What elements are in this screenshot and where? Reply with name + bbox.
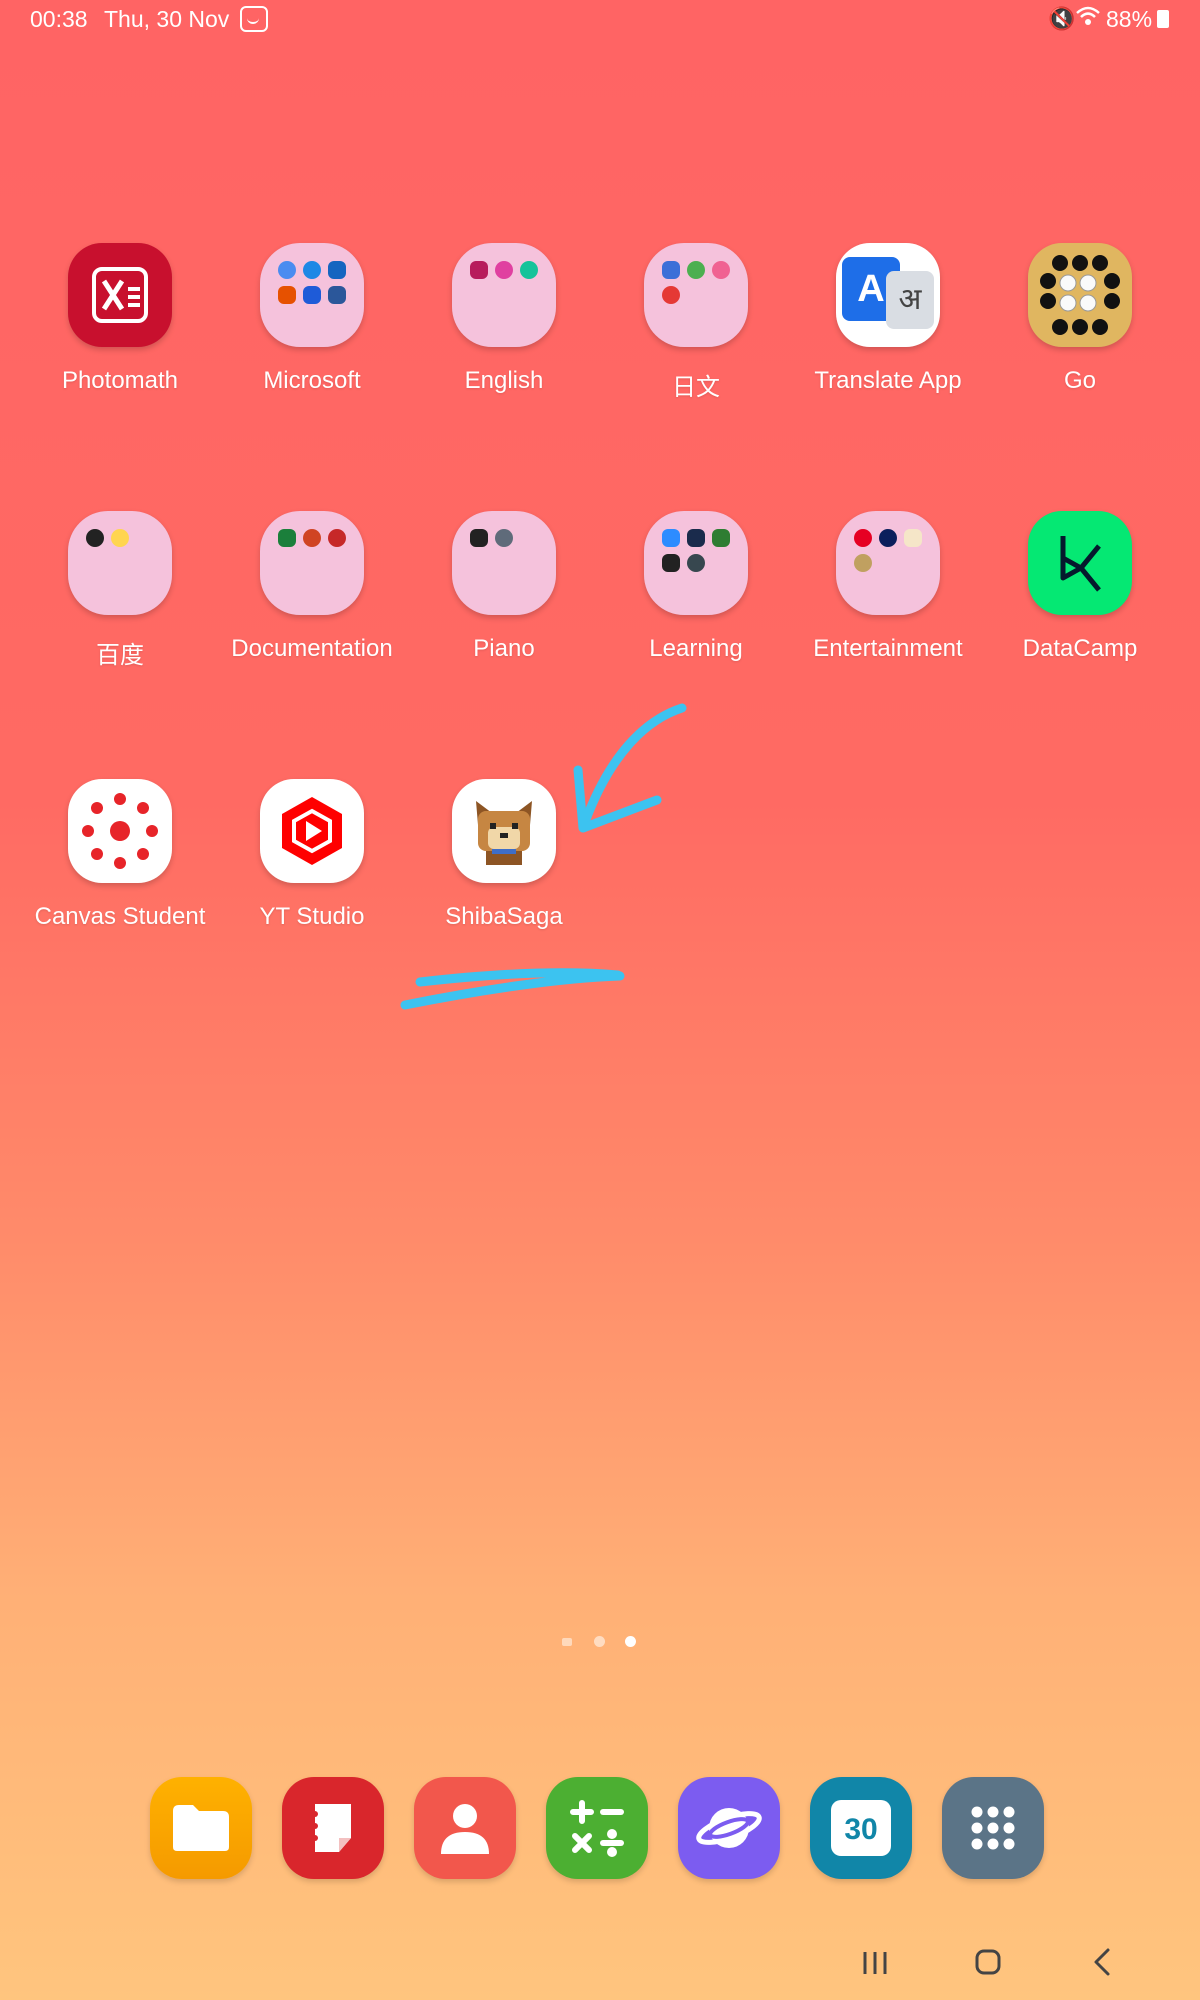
page-dot-home[interactable] <box>562 1638 572 1646</box>
home-button[interactable] <box>973 1942 1003 1982</box>
app-drawer-icon[interactable] <box>942 1777 1044 1879</box>
notes-icon[interactable] <box>282 1777 384 1879</box>
annotation-underline <box>400 968 625 1010</box>
contacts-icon[interactable] <box>414 1777 516 1879</box>
annotation-overlay <box>400 703 687 1010</box>
calendar-day: 30 <box>831 1800 891 1856</box>
recent-apps-button[interactable] <box>862 1942 888 1982</box>
my-files-icon[interactable] <box>150 1777 252 1879</box>
calculator-icon[interactable] <box>546 1777 648 1879</box>
page-dot-current[interactable] <box>625 1636 636 1647</box>
back-button[interactable] <box>1090 1942 1114 1982</box>
page-indicator <box>560 1634 640 1650</box>
page-dot[interactable] <box>594 1636 605 1647</box>
internet-browser-icon[interactable] <box>678 1777 780 1879</box>
calendar-icon[interactable]: 30 <box>810 1777 912 1879</box>
